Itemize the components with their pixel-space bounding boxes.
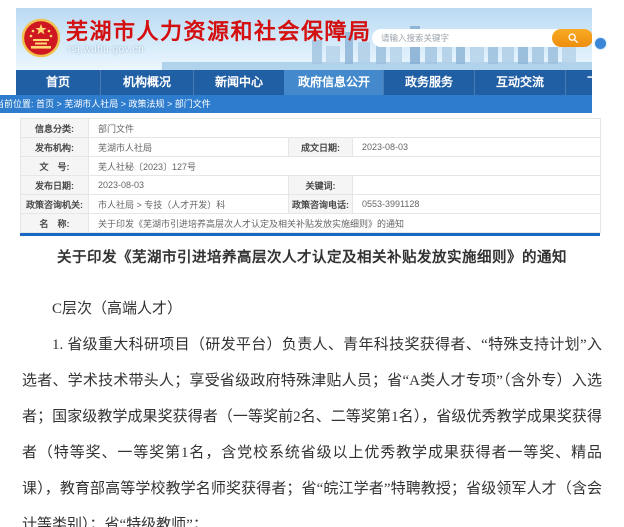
document-info-table: 信息分类: 部门文件 发布机构: 芜湖市人社局 成文日期: 2023-08-03…: [20, 118, 600, 236]
search-button[interactable]: [552, 29, 592, 47]
site-url: rsj.wuhu.gov.cn: [68, 44, 144, 55]
doc-name-value: 关于印发《芜湖市引进培养高层次人才认定及相关补贴发放实施细则》的通知: [89, 214, 601, 233]
keywords-label: 关键词:: [289, 176, 353, 195]
doc-number-value: 芜人社秘〔2023〕127号: [89, 157, 601, 176]
magnifier-icon: [567, 32, 579, 44]
keywords-value: [353, 176, 601, 195]
article-paragraph: 1. 省级重大科研项目（研发平台）负责人、青年科技奖获得者、“特殊支持计划”入选…: [22, 327, 602, 527]
consult-org-label: 政策咨询机关:: [21, 195, 89, 214]
date-written-label: 成文日期:: [289, 138, 353, 157]
table-row: 发布机构: 芜湖市人社局 成文日期: 2023-08-03: [21, 138, 601, 157]
national-emblem-icon: [21, 18, 61, 58]
doc-name-label: 名 称:: [21, 214, 89, 233]
consult-phone-label: 政策咨询电话:: [289, 195, 353, 214]
publish-date-label: 发布日期:: [21, 176, 89, 195]
nav-item-info-disclosure[interactable]: 政府信息公开: [284, 70, 383, 95]
doc-number-label: 文 号:: [21, 157, 89, 176]
category-label: 信息分类:: [21, 119, 89, 138]
nav-item-services[interactable]: 政务服务: [383, 70, 474, 95]
article-body: C层次（高端人才） 1. 省级重大科研项目（研发平台）负责人、青年科技奖获得者、…: [22, 291, 602, 527]
table-row: 名 称: 关于印发《芜湖市引进培养高层次人才认定及相关补贴发放实施细则》的通知: [21, 214, 601, 233]
consult-org-value: 市人社局 > 专技（人才开发）科: [89, 195, 289, 214]
nav-item-news[interactable]: 新闻中心: [193, 70, 284, 95]
nav-item-about[interactable]: 机构概况: [100, 70, 193, 95]
agency-value: 芜湖市人社局: [89, 138, 289, 157]
breadcrumb: 当前位置: 首页 > 芜湖市人社局 > 政策法规 > 部门文件: [0, 95, 592, 113]
article-title: 关于印发《芜湖市引进培养高层次人才认定及相关补贴发放实施细则》的通知: [20, 246, 604, 267]
accessibility-badge-icon[interactable]: [594, 37, 607, 50]
nav-item-downloads[interactable]: 下载专区: [565, 70, 592, 95]
date-written-value: 2023-08-03: [353, 138, 601, 157]
nav-item-home[interactable]: 首页: [16, 70, 100, 95]
nav-item-interact[interactable]: 互动交流: [474, 70, 565, 95]
site-name[interactable]: 芜湖市人力资源和社会保障局: [66, 14, 372, 46]
article-paragraph: C层次（高端人才）: [22, 291, 602, 327]
table-row: 文 号: 芜人社秘〔2023〕127号: [21, 157, 601, 176]
consult-phone-value: 0553-3991128: [353, 195, 601, 214]
table-row: 政策咨询机关: 市人社局 > 专技（人才开发）科 政策咨询电话: 0553-39…: [21, 195, 601, 214]
table-row: 信息分类: 部门文件: [21, 119, 601, 138]
site-banner: 芜湖市人力资源和社会保障局 rsj.wuhu.gov.cn: [16, 8, 592, 70]
table-row: 发布日期: 2023-08-03 关键词:: [21, 176, 601, 195]
search-bar: [372, 29, 592, 47]
agency-label: 发布机构:: [21, 138, 89, 157]
main-navigation: 首页 机构概况 新闻中心 政府信息公开 政务服务 互动交流 下载专区: [16, 70, 592, 95]
breadcrumb-text[interactable]: 当前位置: 首页 > 芜湖市人社局 > 政策法规 > 部门文件: [0, 95, 211, 113]
category-value: 部门文件: [89, 119, 601, 138]
publish-date-value: 2023-08-03: [89, 176, 289, 195]
